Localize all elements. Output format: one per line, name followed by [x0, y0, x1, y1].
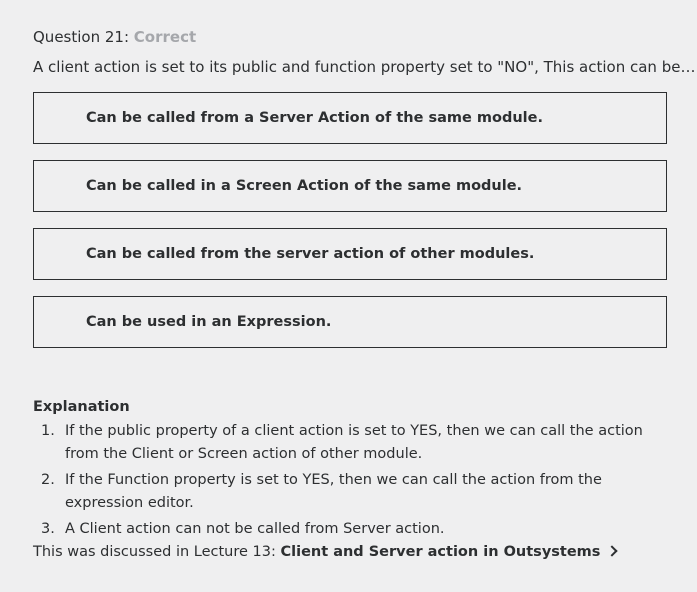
- answer-option-1[interactable]: Can be called from a Server Action of th…: [33, 92, 667, 144]
- lecture-link-label: Client and Server action in Outsystems: [280, 544, 601, 560]
- answer-option-2[interactable]: Can be called in a Screen Action of the …: [33, 160, 667, 212]
- explanation-item-text: If the Function property is set to YES, …: [65, 472, 602, 511]
- answer-option-label: Can be called in a Screen Action of the …: [86, 178, 523, 194]
- answer-option-label: Can be called from a Server Action of th…: [86, 110, 543, 126]
- explanation-item-number: 2.: [41, 472, 55, 488]
- explanation-item-number: 1.: [41, 423, 55, 439]
- explanation-section: Explanation 1. If the public property of…: [33, 397, 663, 562]
- answer-option-3[interactable]: Can be called from the server action of …: [33, 228, 667, 280]
- lecture-link[interactable]: Client and Server action in Outsystems: [280, 544, 619, 560]
- explanation-item: 2. If the Function property is set to YE…: [33, 469, 663, 515]
- answer-option-label: Can be used in an Expression.: [86, 314, 332, 330]
- chevron-right-icon: [606, 545, 619, 557]
- explanation-item: 1. If the public property of a client ac…: [33, 420, 663, 466]
- explanation-item-text: If the public property of a client actio…: [65, 423, 643, 462]
- explanation-title: Explanation: [33, 399, 130, 415]
- answer-option-4[interactable]: Can be used in an Expression.: [33, 296, 667, 348]
- lecture-reference: This was discussed in Lecture 13: Client…: [33, 542, 663, 562]
- explanation-item-text: A Client action can not be called from S…: [65, 521, 445, 537]
- answer-option-label: Can be called from the server action of …: [86, 246, 535, 262]
- question-header: Question 21: Correct: [33, 27, 664, 47]
- question-number: Question 21:: [33, 28, 129, 46]
- question-page: Question 21: Correct A client action is …: [0, 0, 697, 592]
- lecture-prefix: This was discussed in Lecture 13:: [33, 544, 281, 560]
- explanation-item: 3. A Client action can not be called fro…: [33, 518, 663, 541]
- explanation-item-number: 3.: [41, 521, 55, 537]
- question-status: Correct: [133, 28, 197, 46]
- explanation-list: 1. If the public property of a client ac…: [33, 420, 663, 541]
- question-prompt: A client action is set to its public and…: [33, 58, 697, 76]
- answer-list: Can be called from a Server Action of th…: [33, 92, 667, 348]
